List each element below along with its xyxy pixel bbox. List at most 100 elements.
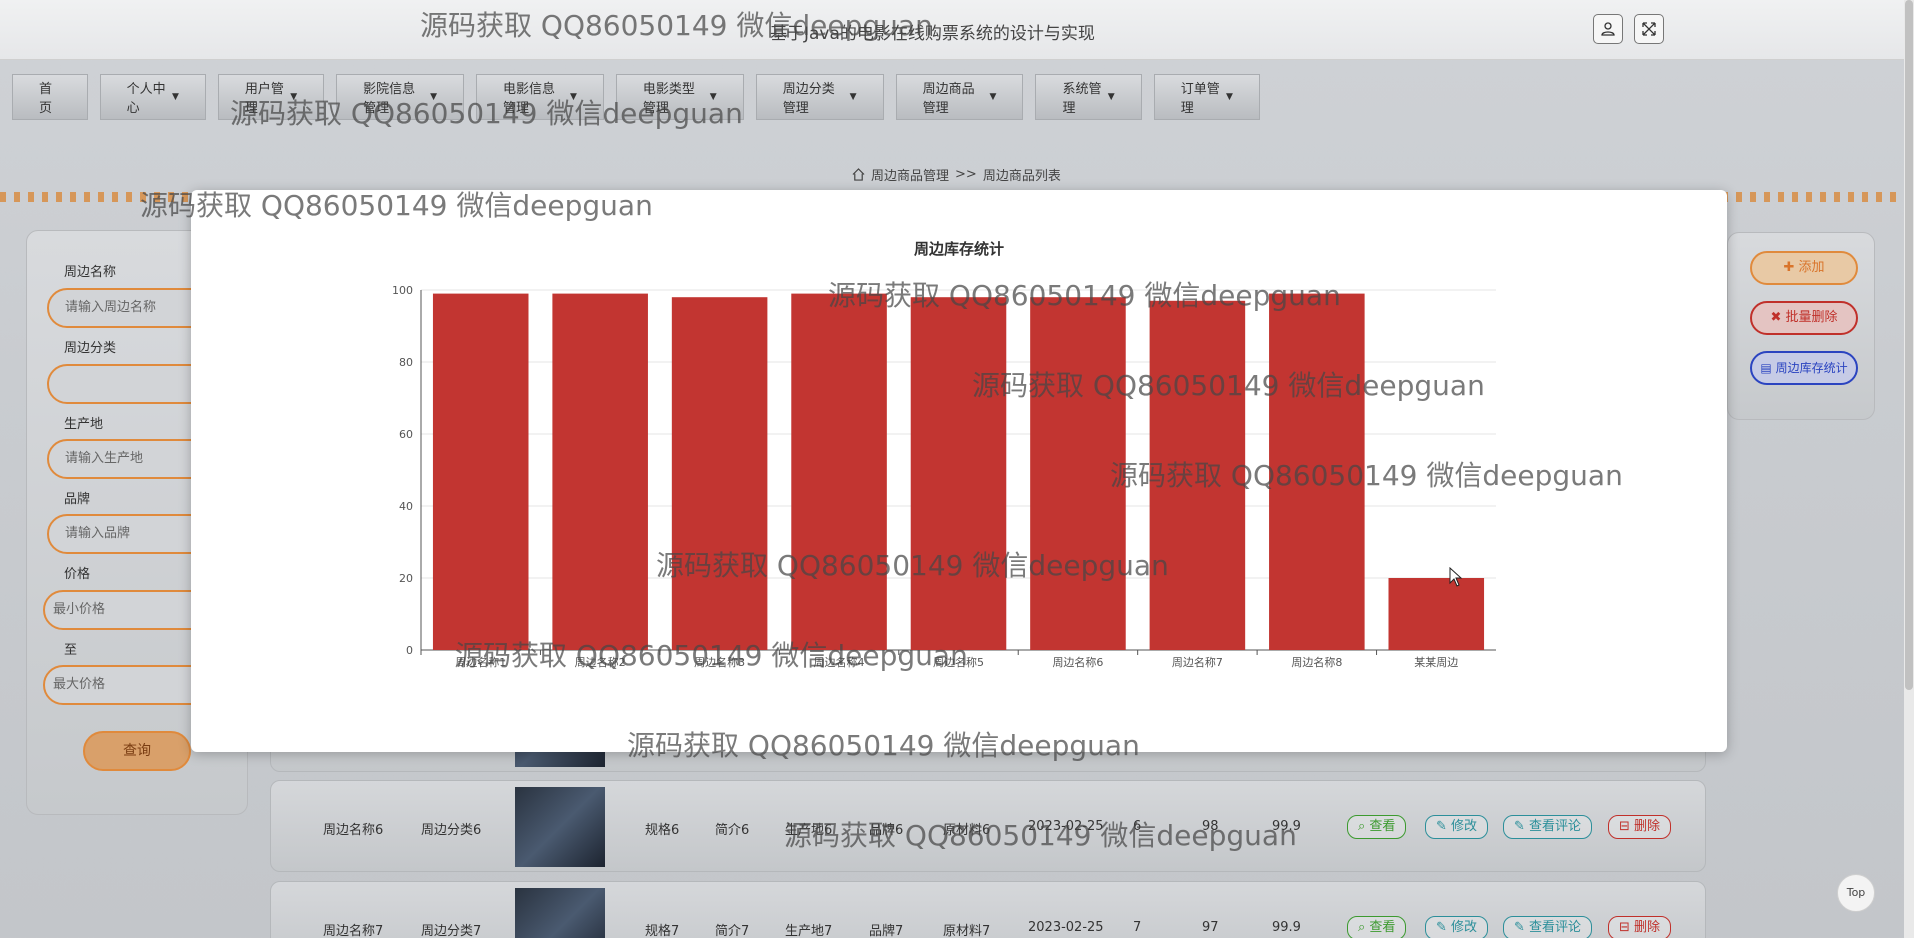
- review-button-label: 查看评论: [1529, 920, 1582, 935]
- add-label: 添加: [1798, 260, 1825, 275]
- x-tick-label: 周边名称3: [694, 655, 745, 669]
- breadcrumb: 周边商品管理 >> 周边商品列表: [852, 165, 1061, 184]
- breadcrumb-separator: >>: [955, 167, 977, 182]
- nav-item-0[interactable]: 首页: [12, 74, 88, 120]
- cell-name: 周边名称7: [323, 924, 384, 938]
- bar-0: [432, 293, 529, 650]
- batch-delete-button[interactable]: ✖ 批量删除: [1750, 301, 1858, 335]
- user-icon: [1601, 22, 1615, 36]
- x-tick-label: 某某周边: [1414, 656, 1458, 669]
- chevron-down-icon: ▼: [1107, 92, 1115, 102]
- x-tick-label: 周边名称5: [933, 655, 984, 669]
- view-button[interactable]: ⌕ 查看: [1347, 815, 1407, 839]
- x-tick-label: 周边名称2: [575, 655, 626, 669]
- cell-brand: 品牌7: [869, 924, 904, 938]
- edit-button[interactable]: ✎ 修改: [1425, 916, 1489, 938]
- cell-spec: 规格7: [645, 924, 680, 938]
- bar-3: [791, 293, 887, 650]
- table-row: 周边名称7 周边分类7 规格7 简介7 生产地7 品牌7 原材料7 2023-02-25 7 97…: [270, 881, 1706, 938]
- edit-button[interactable]: ✎ 修改: [1425, 815, 1489, 839]
- y-tick-label: 0: [406, 644, 413, 657]
- query-button[interactable]: 查询: [83, 731, 191, 771]
- origin-label: 生产地: [64, 417, 104, 432]
- nav-item-label: 电影类型管理: [642, 82, 695, 116]
- stock-stats-modal: 周边库存统计 0 20 40 60 80 100 周边名称1 周边名称2 周边名称3 周边名称4 周…: [191, 190, 1727, 752]
- cell-spec: 规格6: [645, 823, 680, 838]
- nav-item-label: 周边商品管理: [922, 82, 975, 116]
- y-tick-label: 40: [399, 500, 413, 513]
- cell-intro: 简介6: [715, 823, 750, 838]
- breadcrumb-section[interactable]: 周边商品管理: [871, 165, 949, 184]
- nav-item-label: 首页: [39, 82, 53, 116]
- add-button[interactable]: ✚ 添加: [1750, 251, 1858, 285]
- cell-name: 周边名称6: [323, 823, 384, 838]
- y-tick-label: 20: [399, 572, 413, 585]
- stock-stats-button[interactable]: ▤ 周边库存统计: [1750, 351, 1858, 385]
- brand-label: 品牌: [64, 492, 91, 507]
- bar-7: [1269, 293, 1365, 650]
- chevron-down-icon: ▼: [569, 92, 577, 102]
- nav-item-5[interactable]: 电影类型管理 ▼: [615, 74, 744, 120]
- view-button[interactable]: ⌕ 查看: [1347, 916, 1407, 938]
- cell-col_c: 99.9: [1272, 920, 1301, 935]
- y-tick-label: 100: [392, 284, 413, 297]
- x-tick-label: 周边名称8: [1291, 655, 1342, 669]
- x-tick-label: 周边名称1: [455, 655, 506, 669]
- view-button-label: 查看: [1369, 819, 1396, 834]
- price-label: 价格: [64, 567, 91, 582]
- review-button[interactable]: ✎ 查看评论: [1503, 916, 1593, 938]
- delete-button[interactable]: ⊟ 删除: [1608, 916, 1672, 938]
- cell-material: 原材料6: [943, 823, 991, 838]
- close-icon: ✖: [1770, 310, 1786, 325]
- fullscreen-icon: [1642, 22, 1656, 36]
- chevron-down-icon: ▼: [989, 92, 997, 102]
- cell-date: 2023-02-25: [1028, 920, 1104, 935]
- review-button[interactable]: ✎ 查看评论: [1503, 815, 1593, 839]
- nav-item-7[interactable]: 周边商品管理 ▼: [895, 74, 1024, 120]
- edit-button-label: 修改: [1451, 920, 1478, 935]
- back-to-top-button[interactable]: Top: [1837, 874, 1875, 912]
- nav-item-3[interactable]: 影院信息管理 ▼: [336, 74, 464, 120]
- nav-item-8[interactable]: 系统管理 ▼: [1035, 74, 1142, 120]
- zoom-icon: ⌕: [1358, 819, 1370, 834]
- cell-origin: 生产地7: [785, 924, 833, 938]
- nav-item-4[interactable]: 电影信息管理 ▼: [476, 74, 604, 120]
- page-scrollbar[interactable]: [1904, 0, 1914, 938]
- nav-item-label: 影院信息管理: [363, 82, 416, 116]
- batch-delete-label: 批量删除: [1785, 310, 1838, 325]
- fullscreen-button[interactable]: [1634, 14, 1664, 44]
- bar-8: [1388, 578, 1485, 650]
- chevron-down-icon: ▼: [849, 92, 857, 102]
- name-label: 周边名称: [64, 265, 117, 280]
- nav-item-9[interactable]: 订单管理 ▼: [1153, 74, 1260, 120]
- edit-icon: ✎: [1514, 920, 1530, 935]
- category-label: 周边分类: [64, 341, 117, 356]
- nav-item-2[interactable]: 用户管理 ▼: [217, 74, 325, 120]
- bar-1: [552, 293, 648, 650]
- product-thumbnail: [515, 787, 605, 867]
- bar-4: [910, 297, 1007, 650]
- chevron-down-icon: ▼: [1226, 92, 1233, 102]
- mouse-cursor-icon: [1449, 567, 1463, 587]
- nav-item-label: 个人中心: [126, 82, 166, 116]
- x-tick-label: 周边名称6: [1052, 655, 1103, 669]
- delete-button[interactable]: ⊟ 删除: [1608, 815, 1672, 839]
- edit-icon: ✎: [1514, 819, 1530, 834]
- stock-bar-chart: 0 20 40 60 80 100 周边名称1 周边名称2 周边名称3 周边名称4 周边名称5 周边名…: [392, 284, 1496, 669]
- cell-category: 周边分类6: [421, 823, 482, 838]
- cell-material: 原材料7: [943, 924, 991, 938]
- user-button[interactable]: [1593, 14, 1623, 44]
- nav-item-6[interactable]: 周边分类管理 ▼: [755, 74, 884, 120]
- database-icon: ▤: [1760, 361, 1776, 375]
- cell-intro: 简介7: [715, 924, 750, 938]
- cell-brand: 品牌6: [869, 823, 904, 838]
- bar-6: [1149, 300, 1246, 650]
- stock-stats-label: 周边库存统计: [1775, 361, 1848, 375]
- nav-item-label: 用户管理: [244, 82, 284, 116]
- cell-col_b: 97: [1202, 920, 1219, 935]
- nav-item-label: 系统管理: [1062, 82, 1102, 116]
- nav-item-label: 订单管理: [1180, 82, 1220, 116]
- nav-item-1[interactable]: 个人中心 ▼: [99, 74, 206, 120]
- scrollbar-thumb[interactable]: [1905, 0, 1913, 690]
- cell-date: 2023-02-25: [1028, 819, 1104, 834]
